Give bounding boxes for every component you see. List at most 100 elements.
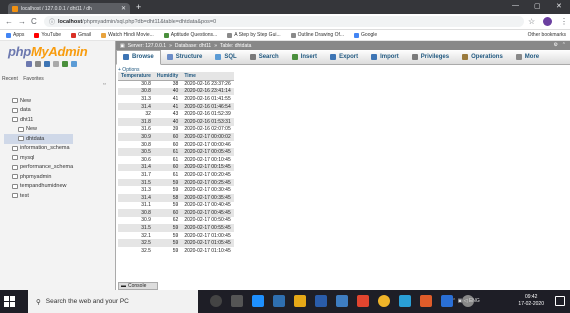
collapse-arrow-icon[interactable]: ⌃: [562, 42, 566, 48]
recent-tab[interactable]: Recent: [2, 76, 18, 82]
tab-browse[interactable]: Browse: [116, 49, 161, 65]
tree-item[interactable]: New: [4, 96, 73, 106]
tab-structure[interactable]: Structure: [161, 50, 210, 65]
table-row[interactable]: 31.4 60 2020-02-17 00:15:45: [118, 163, 234, 172]
tab-insert[interactable]: Insert: [286, 50, 324, 65]
logout-icon[interactable]: [35, 61, 41, 67]
bookmark-item[interactable]: YouTube: [34, 32, 61, 38]
back-arrow-icon[interactable]: ←: [5, 17, 13, 26]
table-row[interactable]: 30.8 38 2020-02-16 23:37:26: [118, 80, 234, 88]
system-tray-icons[interactable]: ⌃ ▣ ◁ ENG: [452, 298, 480, 304]
table-row[interactable]: 31.1 59 2020-02-17 00:40:45: [118, 201, 234, 210]
column-header[interactable]: Time: [181, 72, 234, 81]
bookmark-item[interactable]: Google: [354, 32, 377, 38]
table-row[interactable]: 31.5 59 2020-02-17 00:25:45: [118, 178, 234, 187]
tab-import[interactable]: Import: [365, 50, 406, 65]
minimize-button[interactable]: —: [512, 2, 519, 9]
tree-item[interactable]: information_schema: [4, 144, 73, 154]
url-input[interactable]: ⓘ localhost /phpmyadmin/sql.php?db=dht11…: [44, 16, 524, 27]
table-row[interactable]: 31.4 41 2020-02-16 01:46:54: [118, 102, 234, 111]
app-icon[interactable]: [399, 295, 411, 307]
file-explorer-icon[interactable]: [294, 295, 306, 307]
breadcrumb-database[interactable]: Database: dht11: [175, 43, 211, 49]
firefox-icon[interactable]: [357, 295, 369, 307]
bookmark-item[interactable]: Watch Hindi Movie...: [101, 32, 154, 38]
word-icon[interactable]: [315, 295, 327, 307]
tree-item[interactable]: dhtdata: [4, 134, 74, 144]
mail-icon[interactable]: [336, 295, 348, 307]
table-row[interactable]: 31.5 59 2020-02-17 00:55:45: [118, 224, 234, 232]
bookmark-item[interactable]: Apps: [6, 32, 24, 38]
table-row[interactable]: 30.8 60 2020-02-17 00:00:46: [118, 140, 234, 149]
gear-icon[interactable]: ⚙: [554, 42, 558, 48]
windows-start-icon[interactable]: [4, 296, 15, 307]
table-row[interactable]: 30.6 61 2020-02-17 00:10:45: [118, 155, 234, 164]
tree-item[interactable]: dht11: [4, 115, 73, 125]
column-header[interactable]: Temperature: [118, 72, 154, 81]
tab-search[interactable]: Search: [244, 50, 286, 65]
tree-item[interactable]: mysql: [4, 153, 73, 163]
new-tab-button[interactable]: +: [136, 3, 141, 12]
edge-icon[interactable]: [252, 295, 264, 307]
table-row[interactable]: 31.7 61 2020-02-17 00:20:45: [118, 171, 234, 179]
phpmyadmin-logo[interactable]: phpMyAdmin: [8, 44, 88, 59]
close-tab-icon[interactable]: ✕: [121, 5, 126, 12]
home-icon[interactable]: [26, 61, 32, 67]
table-row[interactable]: 31.4 58 2020-02-17 00:35:45: [118, 193, 234, 202]
tree-item[interactable]: tempandhumidnew: [4, 182, 73, 192]
bookmark-item[interactable]: Outline Drawing Of...: [290, 32, 344, 38]
tab-sql[interactable]: SQL: [209, 50, 243, 65]
tree-item[interactable]: New: [4, 125, 73, 135]
extension-icon[interactable]: [543, 17, 552, 26]
table-row[interactable]: 30.5 61 2020-02-17 00:05:45: [118, 148, 234, 156]
table-row[interactable]: 30.9 60 2020-02-17 00:00:02: [118, 133, 234, 141]
maximize-button[interactable]: ▢: [534, 2, 541, 10]
taskbar-search-input[interactable]: ⚲ Search the web and your PC: [28, 290, 198, 313]
tab-operations[interactable]: Operations: [456, 50, 510, 65]
table-row[interactable]: 31.3 59 2020-02-17 00:30:45: [118, 186, 234, 194]
console-button[interactable]: ▬ Console: [118, 282, 158, 290]
tab-more[interactable]: More: [510, 50, 546, 65]
tree-item[interactable]: test: [4, 191, 73, 201]
other-bookmarks[interactable]: Other bookmarks: [528, 32, 566, 38]
table-row[interactable]: 32 43 2020-02-16 01:52:39: [118, 110, 234, 118]
store-icon[interactable]: [273, 295, 285, 307]
column-header[interactable]: Humidity: [153, 72, 182, 81]
bookmark-item[interactable]: A Step by Step Gui...: [227, 32, 281, 38]
notification-icon[interactable]: [555, 296, 565, 306]
table-row[interactable]: 32.1 59 2020-02-17 01:00:45: [118, 231, 234, 240]
tree-item[interactable]: phpmyadmin: [4, 172, 73, 182]
browser-tab[interactable]: localhost / 127.0.0.1 / dht11 / dh ✕: [8, 3, 130, 14]
docs-icon[interactable]: [53, 61, 59, 67]
table-row[interactable]: 31.8 40 2020-02-16 01:53:31: [118, 117, 234, 126]
cortana-icon[interactable]: [210, 295, 222, 307]
browser-menu-icon[interactable]: ⋮: [560, 17, 568, 26]
reload-icon[interactable]: C: [31, 17, 37, 26]
settings-icon[interactable]: [62, 61, 68, 67]
bookmark-star-icon[interactable]: ☆: [528, 17, 535, 26]
tab-export[interactable]: Export: [324, 50, 365, 65]
breadcrumb-table[interactable]: Table: dhtdata: [220, 43, 251, 49]
close-window-button[interactable]: ✕: [556, 2, 562, 10]
table-row[interactable]: 31.3 41 2020-02-16 01:41:55: [118, 95, 234, 103]
favorites-tab[interactable]: Favorites: [23, 76, 44, 82]
collapse-all-icon[interactable]: ⇔: [102, 81, 107, 87]
task-view-icon[interactable]: [231, 295, 243, 307]
breadcrumb-server[interactable]: Server: 127.0.0.1: [128, 43, 166, 49]
table-row[interactable]: 30.8 40 2020-02-16 23:41:14: [118, 87, 234, 96]
tab-privileges[interactable]: Privileges: [406, 50, 456, 65]
bookmark-item[interactable]: Aptitude Questions...: [163, 32, 217, 38]
clock[interactable]: 09:42 17-02-2020: [518, 294, 544, 308]
tree-item[interactable]: data: [4, 106, 73, 116]
bookmark-item[interactable]: Gmail: [71, 32, 91, 38]
forward-arrow-icon[interactable]: →: [18, 17, 26, 26]
table-row[interactable]: 30.8 60 2020-02-17 00:45:45: [118, 209, 234, 217]
tree-item[interactable]: performance_schema: [4, 163, 73, 173]
chrome-icon[interactable]: [378, 295, 390, 307]
table-row[interactable]: 32.5 59 2020-02-17 01:05:45: [118, 239, 234, 248]
table-row[interactable]: 30.9 62 2020-02-17 00:50:45: [118, 216, 234, 225]
help-icon[interactable]: [44, 61, 50, 67]
refresh-icon[interactable]: [71, 61, 77, 67]
xampp-icon[interactable]: [420, 295, 432, 307]
table-row[interactable]: 32.5 59 2020-02-17 01:10:45: [118, 247, 234, 255]
